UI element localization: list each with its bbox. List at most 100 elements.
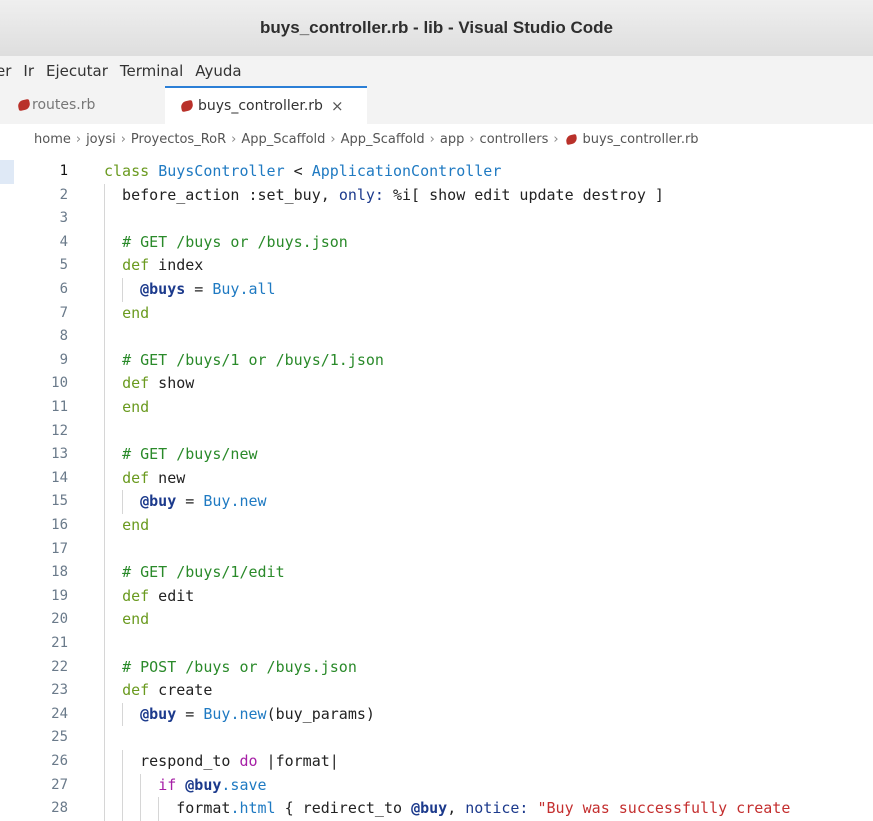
code-text[interactable]: if @buy.save bbox=[104, 774, 266, 798]
line-number[interactable]: 13 bbox=[14, 443, 68, 467]
breadcrumb-item[interactable]: app bbox=[440, 132, 464, 147]
line-number[interactable]: 1 bbox=[14, 160, 68, 184]
breadcrumb-item[interactable]: Proyectos_RoR bbox=[131, 132, 226, 147]
code-line[interactable]: 5 def index bbox=[0, 254, 873, 278]
ruby-file-icon bbox=[564, 133, 578, 145]
menu-item-terminal[interactable]: Terminal bbox=[114, 62, 189, 80]
indent-guide bbox=[104, 325, 105, 349]
menu-item-help[interactable]: Ayuda bbox=[189, 62, 247, 80]
breadcrumb-item[interactable]: App_Scaffold bbox=[341, 132, 425, 147]
code-line[interactable]: 6 @buys = Buy.all bbox=[0, 278, 873, 302]
code-line[interactable]: 23 def create bbox=[0, 679, 873, 703]
code-line[interactable]: 7 end bbox=[0, 301, 873, 326]
close-icon[interactable]: × bbox=[331, 97, 344, 115]
code-text[interactable]: def new bbox=[104, 467, 185, 491]
code-text[interactable]: respond_to do |format| bbox=[104, 750, 339, 774]
line-number[interactable]: 8 bbox=[14, 325, 68, 349]
code-text[interactable]: def edit bbox=[104, 585, 194, 609]
code-text[interactable]: before_action :set_buy, only: %i[ show e… bbox=[104, 184, 664, 208]
line-number[interactable]: 22 bbox=[14, 656, 68, 680]
code-line[interactable]: 22 # POST /buys or /buys.json bbox=[0, 655, 873, 680]
line-number[interactable]: 14 bbox=[14, 467, 68, 491]
code-line[interactable]: 15 @buy = Buy.new bbox=[0, 490, 873, 514]
code-text[interactable]: def index bbox=[104, 254, 203, 278]
code-text[interactable]: end bbox=[104, 302, 149, 326]
menu-item-run[interactable]: Ejecutar bbox=[40, 62, 114, 80]
line-number[interactable]: 20 bbox=[14, 608, 68, 632]
line-number[interactable]: 15 bbox=[14, 490, 68, 514]
code-text[interactable]: @buys = Buy.all bbox=[104, 278, 275, 302]
chevron-right-icon: › bbox=[553, 131, 559, 147]
code-line[interactable]: 4 # GET /buys or /buys.json bbox=[0, 230, 873, 255]
line-number[interactable]: 5 bbox=[14, 254, 68, 278]
code-line[interactable]: 8 bbox=[0, 325, 873, 349]
code-text[interactable]: end bbox=[104, 608, 149, 632]
code-line[interactable]: 1 class BuysController < ApplicationContr… bbox=[0, 160, 873, 184]
code-editor[interactable]: 1 class BuysController < ApplicationContr… bbox=[0, 154, 873, 821]
code-line[interactable]: 3 bbox=[0, 207, 873, 231]
breadcrumb-item[interactable]: buys_controller.rb bbox=[583, 132, 699, 147]
code-line[interactable]: 20 end bbox=[0, 608, 873, 632]
line-number[interactable]: 2 bbox=[14, 184, 68, 208]
tab-buys-controller[interactable]: buys_controller.rb × bbox=[165, 86, 367, 124]
window-title: buys_controller.rb - lib - Visual Studio… bbox=[260, 18, 613, 37]
code-text[interactable]: format.html { redirect_to @buy, notice: … bbox=[104, 797, 790, 821]
line-number[interactable]: 24 bbox=[14, 703, 68, 727]
code-text[interactable]: # GET /buys/new bbox=[104, 443, 257, 467]
breadcrumb-item[interactable]: home bbox=[34, 132, 71, 147]
line-number[interactable]: 4 bbox=[14, 231, 68, 255]
code-text[interactable]: # GET /buys or /buys.json bbox=[104, 231, 348, 255]
line-number[interactable]: 26 bbox=[14, 750, 68, 774]
code-text[interactable]: def create bbox=[104, 679, 212, 703]
line-number[interactable]: 27 bbox=[14, 774, 68, 798]
line-number[interactable]: 6 bbox=[14, 278, 68, 302]
line-number[interactable]: 16 bbox=[14, 514, 68, 538]
line-number[interactable]: 10 bbox=[14, 372, 68, 396]
line-number[interactable]: 17 bbox=[14, 538, 68, 562]
line-number[interactable]: 18 bbox=[14, 561, 68, 585]
line-number[interactable]: 11 bbox=[14, 396, 68, 420]
code-line[interactable]: 17 bbox=[0, 537, 873, 562]
menu-item-view[interactable]: er bbox=[0, 62, 17, 80]
line-number[interactable]: 23 bbox=[14, 679, 68, 703]
breadcrumb-item[interactable]: App_Scaffold bbox=[241, 132, 325, 147]
code-line[interactable]: 16 end bbox=[0, 514, 873, 538]
line-number[interactable]: 28 bbox=[14, 797, 68, 821]
code-line[interactable]: 24 @buy = Buy.new(buy_params) bbox=[0, 702, 873, 727]
code-line[interactable]: 9 # GET /buys/1 or /buys/1.json bbox=[0, 348, 873, 373]
menu-item-go[interactable]: Ir bbox=[17, 62, 40, 80]
code-text[interactable]: @buy = Buy.new(buy_params) bbox=[104, 703, 375, 727]
line-number[interactable]: 21 bbox=[14, 632, 68, 656]
code-text[interactable]: def show bbox=[104, 372, 194, 396]
line-number[interactable]: 19 bbox=[14, 585, 68, 609]
line-number[interactable]: 12 bbox=[14, 420, 68, 444]
code-line[interactable]: 10 def show bbox=[0, 372, 873, 396]
breadcrumb-item[interactable]: controllers bbox=[480, 132, 549, 147]
tab-routes[interactable]: routes.rb bbox=[0, 86, 165, 124]
code-text[interactable]: @buy = Buy.new bbox=[104, 490, 266, 514]
code-line[interactable]: 18 # GET /buys/1/edit bbox=[0, 561, 873, 585]
code-line[interactable]: 21 bbox=[0, 632, 873, 656]
code-text[interactable]: # POST /buys or /buys.json bbox=[104, 656, 357, 680]
code-line[interactable]: 12 bbox=[0, 419, 873, 444]
breadcrumb-item[interactable]: joysi bbox=[86, 132, 116, 147]
code-line[interactable]: 11 end bbox=[0, 396, 873, 420]
line-number[interactable]: 9 bbox=[14, 349, 68, 373]
code-line[interactable]: 13 # GET /buys/new bbox=[0, 443, 873, 467]
code-text[interactable]: # GET /buys/1/edit bbox=[104, 561, 285, 585]
code-text[interactable]: end bbox=[104, 514, 149, 538]
code-line[interactable]: 19 def edit bbox=[0, 584, 873, 609]
chevron-right-icon: › bbox=[429, 131, 435, 147]
code-line[interactable]: 14 def new bbox=[0, 466, 873, 491]
line-number[interactable]: 3 bbox=[14, 207, 68, 231]
code-text[interactable]: class BuysController < ApplicationContro… bbox=[104, 160, 501, 184]
code-text[interactable]: end bbox=[104, 396, 149, 420]
code-line[interactable]: 2 before_action :set_buy, only: %i[ show… bbox=[0, 183, 873, 208]
code-line[interactable]: 27 if @buy.save bbox=[0, 773, 873, 798]
code-line[interactable]: 26 respond_to do |format| bbox=[0, 750, 873, 774]
code-line[interactable]: 28 format.html { redirect_to @buy, notic… bbox=[0, 797, 873, 821]
code-line[interactable]: 25 bbox=[0, 726, 873, 750]
code-text[interactable]: # GET /buys/1 or /buys/1.json bbox=[104, 349, 384, 373]
line-number[interactable]: 7 bbox=[14, 302, 68, 326]
line-number[interactable]: 25 bbox=[14, 726, 68, 750]
